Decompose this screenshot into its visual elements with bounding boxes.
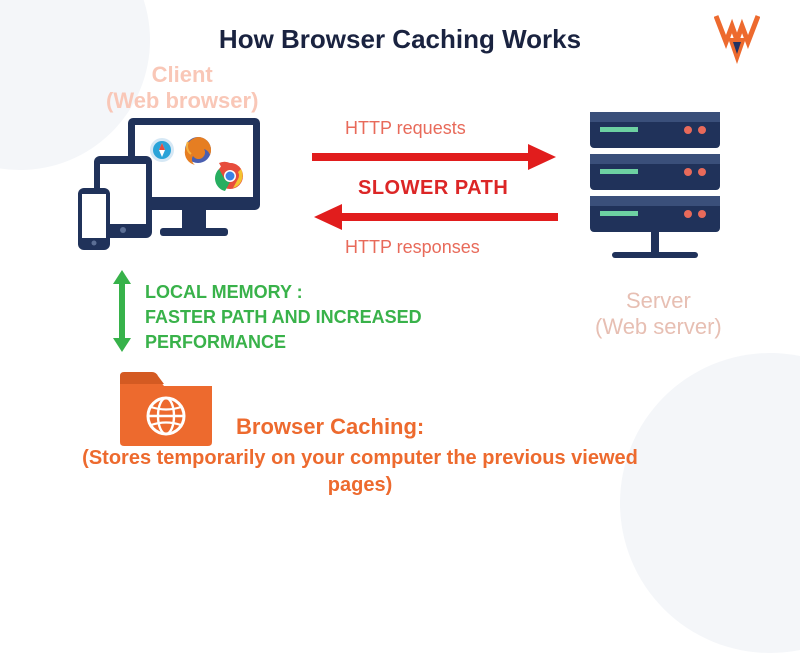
- local-memory-line3: PERFORMANCE: [145, 330, 422, 355]
- folder-globe-icon: [116, 362, 216, 453]
- client-label: Client (Web browser): [106, 62, 258, 114]
- server-label-line2: (Web server): [595, 314, 722, 340]
- client-label-line1: Client: [106, 62, 258, 88]
- arrow-left-icon: [310, 202, 560, 237]
- local-memory-label: LOCAL MEMORY : FASTER PATH AND INCREASED…: [145, 280, 422, 356]
- local-memory-line1: LOCAL MEMORY :: [145, 280, 422, 305]
- slower-path-label: SLOWER PATH: [358, 177, 508, 200]
- client-label-line2: (Web browser): [106, 88, 258, 114]
- http-responses-label: HTTP responses: [345, 237, 480, 258]
- server-label-line1: Server: [595, 288, 722, 314]
- browser-caching-desc: (Stores temporarily on your computer the…: [80, 445, 640, 499]
- server-rack-icon: [580, 112, 730, 287]
- arrow-updown-icon: [109, 268, 135, 359]
- background-blob-bottom-right: [620, 353, 800, 653]
- local-memory-line2: FASTER PATH AND INCREASED: [145, 305, 422, 330]
- browser-caching-title: Browser Caching:: [236, 414, 424, 440]
- http-requests-label: HTTP requests: [345, 118, 466, 139]
- arrow-right-icon: [310, 142, 560, 177]
- client-devices-icon: [78, 112, 268, 267]
- server-label: Server (Web server): [595, 288, 722, 340]
- page-title: How Browser Caching Works: [0, 24, 800, 55]
